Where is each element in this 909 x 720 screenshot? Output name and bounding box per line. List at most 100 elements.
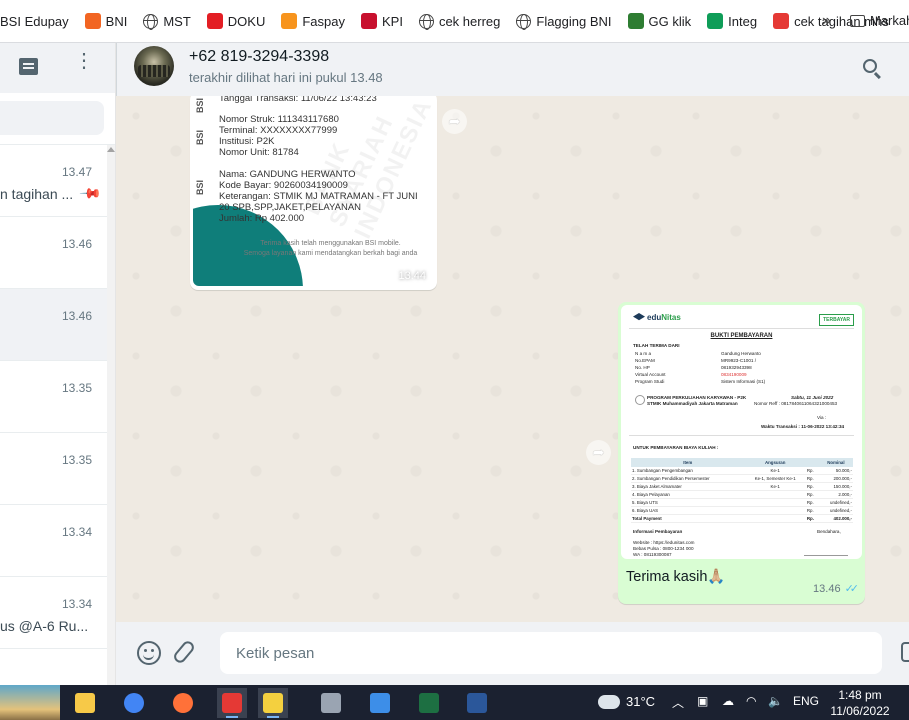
globe-icon bbox=[516, 13, 532, 30]
campus-name: STMIK Muhammadiyah Jakarta Matraman bbox=[647, 401, 738, 406]
chat-list-item[interactable]: 13.46 bbox=[0, 289, 115, 361]
campus-seal-icon bbox=[635, 395, 645, 405]
bookmark-item[interactable]: cek herreg bbox=[418, 13, 500, 30]
table-row: 1. Sumbangan Pengembangan Ke-1 Rp. 50.000,- bbox=[631, 467, 853, 475]
new-chat-icon[interactable] bbox=[19, 58, 38, 75]
bookmark-item[interactable]: KPI bbox=[360, 13, 403, 29]
sticky-notes-icon bbox=[263, 693, 283, 713]
chat-time: 13.35 bbox=[61, 381, 92, 395]
bookmark-item[interactable]: DOKU bbox=[206, 13, 266, 29]
chat-list-item[interactable]: 13.46 bbox=[0, 217, 115, 289]
taskbar-app[interactable] bbox=[217, 688, 247, 718]
bookmark-item[interactable]: GG klik bbox=[627, 13, 691, 29]
chevron-up-icon[interactable]: ︿ bbox=[672, 694, 684, 711]
table-cell: 2. Sumbangan Pendidikan Persemester bbox=[631, 474, 745, 483]
taskbar-app[interactable] bbox=[414, 688, 444, 718]
chat-list-item[interactable]: 13.35 bbox=[0, 361, 115, 433]
table-header-cell: Nominal bbox=[818, 458, 853, 467]
bsi-logo: BSI bbox=[195, 129, 205, 145]
taskbar-app[interactable] bbox=[168, 688, 198, 718]
divider bbox=[629, 328, 854, 329]
chat-list-header: ⋮ bbox=[0, 43, 115, 93]
taskbar-app[interactable] bbox=[365, 688, 395, 718]
language-indicator[interactable]: ENG bbox=[793, 694, 819, 708]
read-receipt-icon: ✓✓ bbox=[844, 583, 860, 595]
bookmark-item[interactable]: Integ bbox=[707, 13, 757, 29]
graduation-cap-icon bbox=[633, 313, 645, 321]
receipt-line: Institusi: P2K bbox=[219, 136, 275, 147]
volume-icon[interactable]: 🔈 bbox=[768, 694, 783, 708]
search-icon[interactable] bbox=[863, 59, 877, 73]
field-key: No.EPAM bbox=[635, 358, 655, 363]
table-row: 5. Biaya UTS Rp. undefined,- bbox=[631, 498, 853, 507]
table-cell: Ke-1 bbox=[744, 467, 806, 475]
table-cell: Rp. bbox=[805, 474, 819, 483]
bookmark-item[interactable]: Flagging BNI bbox=[516, 13, 612, 30]
cloud-icon[interactable]: ☁ bbox=[722, 694, 734, 708]
taskbar-app[interactable] bbox=[70, 688, 100, 718]
bookmark-item[interactable]: BSI Edupay bbox=[0, 14, 69, 29]
receipt-field: No. HP 081932943398 bbox=[635, 365, 752, 371]
clock[interactable]: 1:48 pm 11/06/2022 bbox=[820, 687, 900, 719]
field-key: Program Studi bbox=[635, 379, 665, 384]
taskbar-app[interactable] bbox=[119, 688, 149, 718]
receipt-line: 20 SPB,SPP,JAKET,PELAYANAN bbox=[219, 202, 362, 213]
table-row: 6. Biaya UAS Rp. undefined,- bbox=[631, 506, 853, 515]
bookmark-label: DOKU bbox=[227, 13, 266, 29]
menu-icon[interactable]: ⋮ bbox=[74, 51, 94, 71]
outgoing-image-message[interactable]: eduNitas TERBAYAR BUKTI PEMBAYARAN TELAH… bbox=[618, 302, 865, 604]
taskbar-app[interactable] bbox=[462, 688, 492, 718]
chat-search-strip bbox=[0, 93, 115, 145]
edunitas-receipt-image[interactable]: eduNitas TERBAYAR BUKTI PEMBAYARAN TELAH… bbox=[621, 305, 862, 559]
microphone-icon[interactable] bbox=[901, 642, 909, 662]
table-cell: Rp. bbox=[805, 490, 819, 499]
chat-list-item[interactable]: 13.34 us @A-6 Ru... bbox=[0, 577, 115, 649]
contact-name: +62 819-3294-3398 bbox=[189, 48, 330, 65]
wifi-icon[interactable]: ◠ bbox=[746, 694, 756, 708]
table-cell: 2.000,- bbox=[818, 490, 853, 499]
forward-button[interactable]: ➦ bbox=[586, 440, 611, 465]
field-key: N a m a bbox=[635, 351, 652, 356]
chrome-icon bbox=[124, 693, 144, 713]
bookmark-label: BSI Edupay bbox=[0, 13, 69, 29]
chat-list-item[interactable]: 13.34 bbox=[0, 505, 115, 577]
table-cell: 3. Biaya Jaket Almamater bbox=[631, 482, 745, 491]
brand-suffix: Nitas bbox=[661, 313, 681, 322]
forward-button[interactable]: ➦ bbox=[442, 109, 467, 134]
receipt-field: No.EPAM MR9923-C1001 / bbox=[635, 358, 756, 364]
emoji-icon[interactable] bbox=[137, 641, 161, 665]
taskbar-app[interactable] bbox=[316, 688, 346, 718]
message-input[interactable] bbox=[220, 632, 882, 674]
incoming-image-message[interactable]: BANK SYARIAH INDONESIA BSI BSI BSI Tangg… bbox=[190, 96, 437, 290]
table-cell: 5. Biaya UTS bbox=[631, 498, 745, 507]
bookmarks-overflow-icon[interactable]: » bbox=[822, 12, 831, 30]
weather-widget[interactable]: 31°C bbox=[594, 689, 656, 709]
receipt-line: Nomor Struk: 111343117680 bbox=[219, 114, 339, 125]
chat-search-input[interactable] bbox=[0, 101, 104, 135]
taskbar-app[interactable] bbox=[258, 688, 288, 718]
bookmark-item[interactable]: MST bbox=[143, 13, 191, 30]
folder-icon bbox=[850, 14, 865, 27]
divider bbox=[629, 435, 854, 436]
table-cell: undefined,- bbox=[818, 498, 853, 507]
bsi-receipt-image[interactable]: BANK SYARIAH INDONESIA BSI BSI BSI Tangg… bbox=[193, 96, 434, 286]
receipt-line: Nomor Unit: 81784 bbox=[219, 147, 299, 158]
sheets-icon bbox=[707, 13, 724, 29]
table-cell: Rp. bbox=[805, 506, 819, 515]
contact-avatar[interactable] bbox=[134, 46, 174, 86]
chat-list-item[interactable]: 13.35 bbox=[0, 433, 115, 505]
meet-icon[interactable]: ▣ bbox=[697, 694, 708, 708]
chat-time: 13.46 bbox=[61, 309, 92, 323]
widgets-icon[interactable] bbox=[0, 685, 60, 720]
bookmark-item[interactable]: BNI bbox=[84, 13, 127, 29]
excel-icon bbox=[419, 693, 439, 713]
attach-icon[interactable] bbox=[171, 638, 197, 666]
temperature: 31°C bbox=[626, 694, 656, 709]
bookmark-folder[interactable]: Markah bbox=[850, 13, 909, 28]
table-cell: 6. Biaya UAS bbox=[631, 506, 745, 515]
chat-list-item[interactable]: 13.47 n tagihan ... 📌 bbox=[0, 145, 115, 217]
conversation-header[interactable]: +62 819-3294-3398 terakhir dilihat hari … bbox=[116, 43, 909, 96]
chat-list-scrollbar[interactable] bbox=[107, 145, 115, 685]
field-value: 0834190009 bbox=[721, 372, 747, 377]
bookmark-item[interactable]: Faspay bbox=[281, 13, 345, 29]
